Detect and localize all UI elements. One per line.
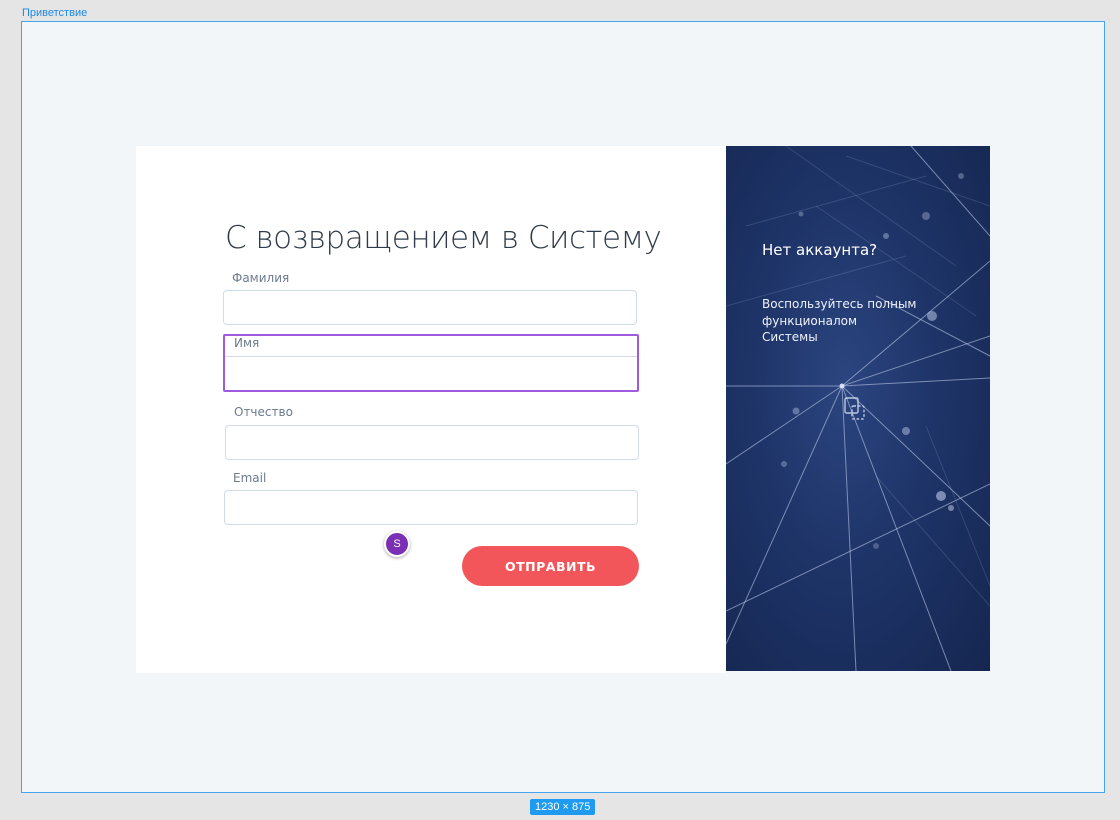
promo-title: Нет аккаунта?: [762, 241, 878, 259]
patronymic-input[interactable]: [225, 425, 639, 460]
promo-text: Воспользуйтесь полным функционалом Систе…: [762, 297, 917, 344]
frame-label: Приветствие: [22, 7, 88, 19]
surname-input[interactable]: [223, 290, 637, 325]
email-input[interactable]: [224, 490, 638, 525]
name-input[interactable]: [226, 357, 636, 389]
name-label: Имя: [234, 336, 260, 350]
collaborator-avatar[interactable]: S: [384, 531, 410, 557]
frame-dimensions-badge: 1230 × 875: [530, 799, 596, 815]
image-placeholder-icon: [844, 397, 865, 420]
email-label: Email: [233, 471, 267, 485]
page-title: С возвращением в Систему: [225, 220, 662, 256]
submit-button[interactable]: ОТПРАВИТЬ: [462, 546, 639, 586]
patronymic-label: Отчество: [234, 405, 293, 419]
surname-label: Фамилия: [232, 271, 290, 285]
